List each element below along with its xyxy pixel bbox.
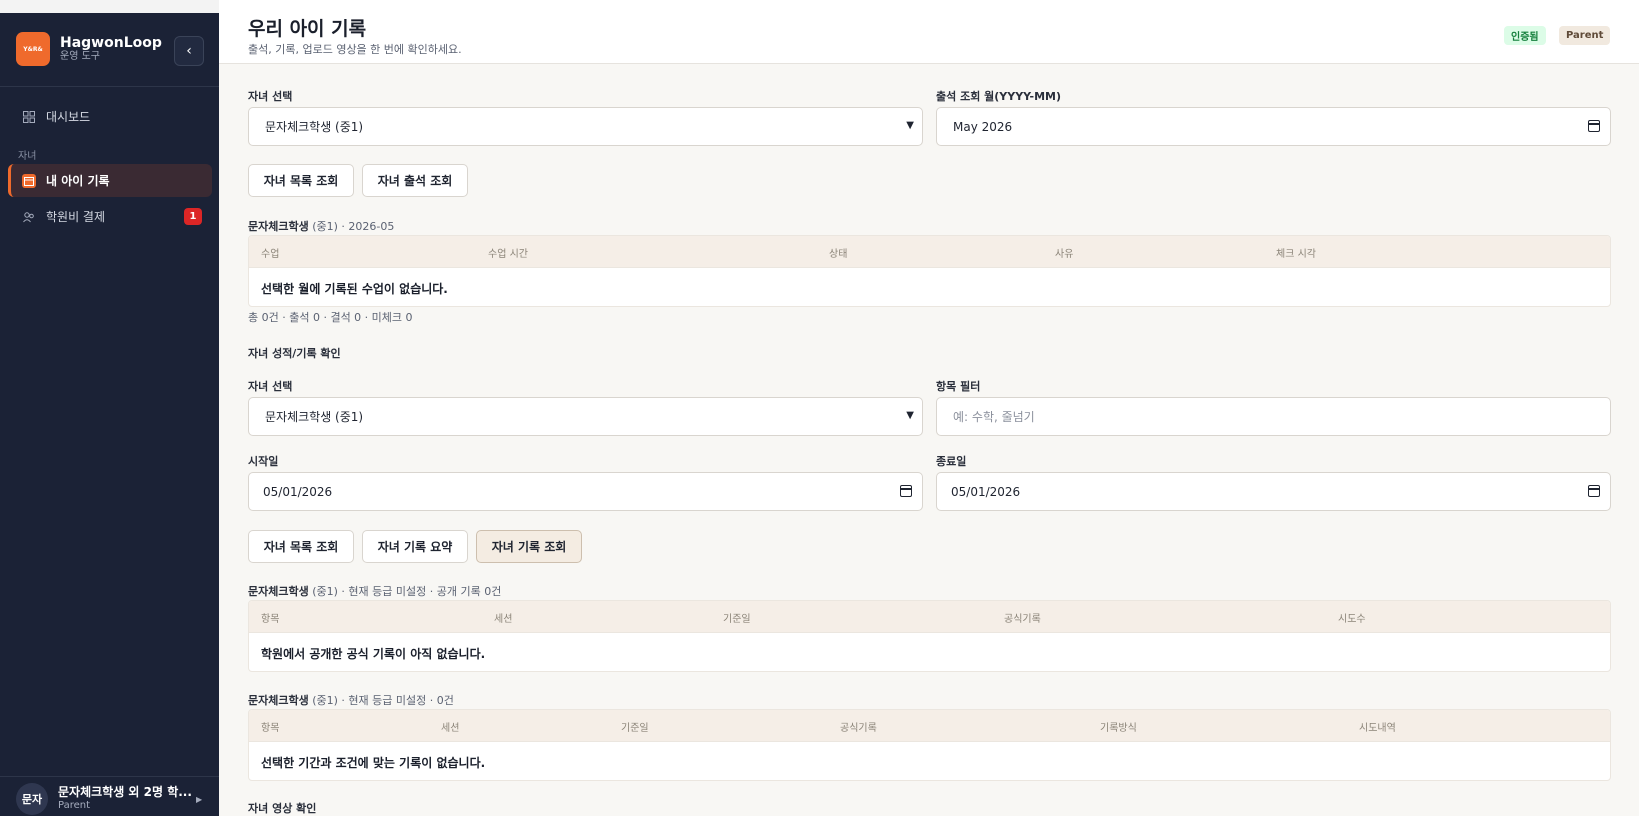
column-header: 체크 시각 — [1276, 249, 1316, 260]
user-name: 문자체크학생 외 2명 학... — [58, 785, 192, 799]
user-menu[interactable]: 문자 문자체크학생 외 2명 학... Parent ▶ — [0, 776, 219, 816]
chevron-down-icon: ▼ — [906, 410, 914, 421]
end-date-label: 종료일 — [936, 455, 967, 468]
column-header: 시도수 — [1338, 614, 1366, 625]
filter-placeholder: 예: 수학, 줄넘기 — [953, 410, 1035, 424]
column-header: 사유 — [1055, 249, 1074, 260]
sidebar-group-label: 자녀 — [18, 151, 37, 162]
empty-state: 선택한 월에 기록된 수업이 없습니다. — [261, 282, 448, 296]
attendance-caption: 문자체크학생 (중1) · 2026-05 — [248, 218, 394, 234]
month-input[interactable]: May 2026 — [936, 107, 1611, 146]
sidebar-item-my-child-records[interactable]: 내 아이 기록 — [8, 164, 212, 197]
page-header: 우리 아이 기록 출석, 기록, 업로드 영상을 한 번에 확인하세요. 인증됨… — [219, 0, 1639, 64]
calendar-icon — [22, 173, 36, 188]
filter-label: 항목 필터 — [936, 380, 981, 393]
column-header: 공식기록 — [840, 723, 877, 734]
brand-logo-text: Y&R& — [23, 45, 43, 53]
verified-badge: 인증됨 — [1504, 26, 1546, 45]
column-header: 수업 — [261, 249, 280, 260]
column-header: 기록방식 — [1100, 723, 1137, 734]
column-header: 공식기록 — [1004, 614, 1041, 625]
table-header: 항목 세션 기준일 공식기록 기록방식 시도내역 — [249, 710, 1610, 742]
child-attendance-button[interactable]: 자녀 출석 조회 — [362, 164, 468, 197]
all-records-table: 항목 세션 기준일 공식기록 기록방식 시도내역 선택한 기간과 조건에 맞는 … — [248, 709, 1611, 781]
child-records-button[interactable]: 자녀 기록 조회 — [476, 530, 582, 563]
page-subtitle: 출석, 기록, 업로드 영상을 한 번에 확인하세요. — [248, 43, 462, 56]
dashboard-icon — [22, 110, 36, 124]
caption-student-name: 문자체크학생 — [248, 694, 309, 707]
start-date-input[interactable]: 05/01/2026 — [248, 472, 923, 511]
sidebar-item-dashboard[interactable]: 대시보드 — [8, 100, 212, 133]
attendance-summary: 총 0건 · 출석 0 · 결석 0 · 미체크 0 — [248, 311, 413, 324]
calendar-icon[interactable] — [1588, 120, 1600, 132]
empty-state: 선택한 기간과 조건에 맞는 기록이 없습니다. — [261, 756, 486, 770]
column-header: 항목 — [261, 614, 280, 625]
official-records-table: 항목 세션 기준일 공식기록 시도수 학원에서 공개한 공식 기록이 아직 없습… — [248, 600, 1611, 672]
caption-detail: (중1) · 현재 등급 미설정 · 공개 기록 0건 — [312, 585, 502, 598]
caption-detail: (중1) · 현재 등급 미설정 · 0건 — [312, 694, 454, 707]
all-records-caption: 문자체크학생 (중1) · 현재 등급 미설정 · 0건 — [248, 692, 454, 708]
caption-detail: (중1) · 2026-05 — [312, 220, 395, 233]
records-child-select[interactable]: 문자체크학생 (중1) ▼ — [248, 397, 923, 436]
chevron-left-icon: ‹ — [186, 43, 192, 59]
end-date-input[interactable]: 05/01/2026 — [936, 472, 1611, 511]
role-badge: Parent — [1559, 26, 1611, 45]
child-list-button[interactable]: 자녀 목록 조회 — [248, 530, 354, 563]
child-select-label: 자녀 선택 — [248, 380, 293, 393]
caption-student-name: 문자체크학생 — [248, 585, 309, 598]
column-header: 기준일 — [723, 614, 751, 625]
calendar-icon[interactable] — [900, 485, 912, 497]
records-section-title: 자녀 성적/기록 확인 — [248, 347, 341, 360]
item-filter-input[interactable]: 예: 수학, 줄넘기 — [936, 397, 1611, 436]
brand-name: HagwonLoop — [60, 35, 162, 51]
child-select-label: 자녀 선택 — [248, 90, 293, 103]
payment-icon — [22, 210, 36, 224]
sidebar-collapse-button[interactable]: ‹ — [174, 36, 204, 66]
start-date-value: 05/01/2026 — [263, 484, 333, 499]
column-header: 기준일 — [621, 723, 649, 734]
video-section-title: 자녀 영상 확인 — [248, 802, 317, 815]
sidebar-item-label: 대시보드 — [46, 110, 91, 124]
sidebar-item-label: 내 아이 기록 — [46, 174, 110, 188]
column-header: 시도내역 — [1359, 723, 1396, 734]
column-header: 상태 — [829, 249, 848, 260]
end-date-value: 05/01/2026 — [951, 484, 1021, 499]
sidebar: Y&R& HagwonLoop 운영 도구 ‹ 대시보드 자녀 내 아이 기록 … — [0, 0, 219, 816]
divider — [0, 86, 219, 87]
table-header: 수업 수업 시간 상태 사유 체크 시각 — [249, 236, 1610, 268]
column-header: 항목 — [261, 723, 280, 734]
official-records-caption: 문자체크학생 (중1) · 현재 등급 미설정 · 공개 기록 0건 — [248, 583, 501, 599]
child-record-summary-button[interactable]: 자녀 기록 요약 — [362, 530, 468, 563]
sidebar-item-tuition-payment[interactable]: 학원비 결제 1 — [8, 200, 212, 233]
sidebar-top-strip — [0, 0, 219, 13]
page-title: 우리 아이 기록 — [248, 18, 367, 40]
notification-badge: 1 — [184, 208, 202, 225]
calendar-icon[interactable] — [1588, 485, 1600, 497]
expand-arrow-icon: ▶ — [196, 795, 203, 804]
chevron-down-icon: ▼ — [906, 120, 914, 131]
empty-state: 학원에서 공개한 공식 기록이 아직 없습니다. — [261, 647, 486, 661]
attendance-table: 수업 수업 시간 상태 사유 체크 시각 선택한 월에 기록된 수업이 없습니다… — [248, 235, 1611, 307]
child-select[interactable]: 문자체크학생 (중1) ▼ — [248, 107, 923, 146]
column-header: 수업 시간 — [488, 249, 528, 260]
table-header: 항목 세션 기준일 공식기록 시도수 — [249, 601, 1610, 633]
brand-logo: Y&R& — [16, 32, 50, 66]
avatar: 문자 — [16, 783, 48, 815]
brand-subtitle: 운영 도구 — [60, 51, 100, 62]
column-header: 세션 — [494, 614, 513, 625]
child-select-value: 문자체크학생 (중1) — [265, 120, 364, 134]
column-header: 세션 — [441, 723, 460, 734]
brand[interactable]: Y&R& HagwonLoop 운영 도구 — [16, 32, 162, 66]
month-label: 출석 조회 월(YYYY-MM) — [936, 90, 1062, 103]
caption-student-name: 문자체크학생 — [248, 220, 309, 233]
child-select-value: 문자체크학생 (중1) — [265, 410, 364, 424]
brand-text: HagwonLoop 운영 도구 — [60, 35, 162, 63]
user-role: Parent — [58, 800, 91, 811]
sidebar-item-label: 학원비 결제 — [46, 210, 106, 224]
start-date-label: 시작일 — [248, 455, 279, 468]
month-value: May 2026 — [953, 119, 1013, 134]
child-list-button[interactable]: 자녀 목록 조회 — [248, 164, 354, 197]
